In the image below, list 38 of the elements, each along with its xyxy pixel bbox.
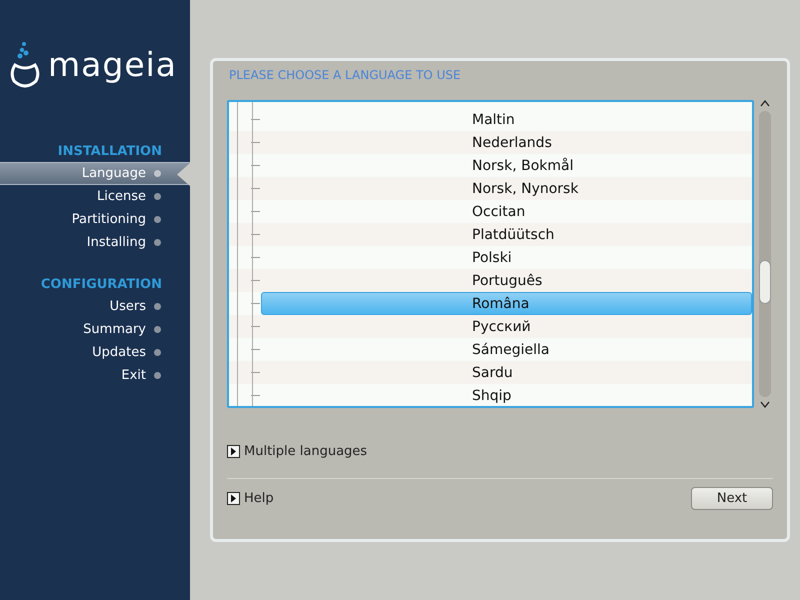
language-item[interactable]: Norsk, Bokmål — [261, 154, 752, 177]
scroll-down-icon[interactable] — [760, 401, 770, 408]
step-item: Language — [0, 162, 190, 185]
expander[interactable]: Help — [227, 488, 274, 510]
bullet-icon — [154, 326, 161, 333]
section-heading: INSTALLATION — [56, 144, 163, 159]
triangle-right-icon — [227, 444, 240, 458]
triangle-right-icon — [227, 492, 240, 505]
expander[interactable]: Multiple languages — [227, 440, 787, 462]
bullet-icon — [154, 170, 161, 177]
panel-title: PLEASE CHOOSE A LANGUAGE TO USE — [228, 67, 462, 84]
step-item: Installing — [0, 231, 190, 254]
bullet-icon — [154, 303, 161, 310]
bullet-icon — [154, 193, 161, 200]
step-item: Summary — [0, 318, 190, 341]
step-item: Partitioning — [0, 208, 190, 231]
bullet-icon — [154, 239, 161, 246]
bullet-icon — [154, 372, 161, 379]
scrollbar-thumb[interactable] — [759, 260, 771, 304]
next-button[interactable]: Next — [691, 487, 773, 510]
logo-wordmark: mageia — [48, 45, 178, 85]
cauldron-logo-icon — [10, 41, 40, 89]
section-heading: CONFIGURATION — [40, 277, 163, 292]
language-item[interactable]: Maltin — [261, 108, 752, 131]
language-item[interactable]: Shqip — [261, 384, 752, 406]
step-item: Exit — [0, 364, 190, 387]
step-item: Users — [0, 295, 190, 318]
language-item[interactable]: Sámegiella — [261, 338, 752, 361]
language-item[interactable]: Polski — [261, 246, 752, 269]
step-item: License — [0, 185, 190, 208]
scroll-up-icon[interactable] — [760, 100, 770, 107]
step-item: Updates — [0, 341, 190, 364]
scrollbar-track[interactable] — [759, 111, 771, 397]
language-item[interactable]: Româna — [261, 292, 752, 315]
bullet-icon — [154, 349, 161, 356]
language-item[interactable]: Occitan — [261, 200, 752, 223]
bullet-icon — [154, 216, 161, 223]
pointer-icon — [176, 163, 190, 186]
